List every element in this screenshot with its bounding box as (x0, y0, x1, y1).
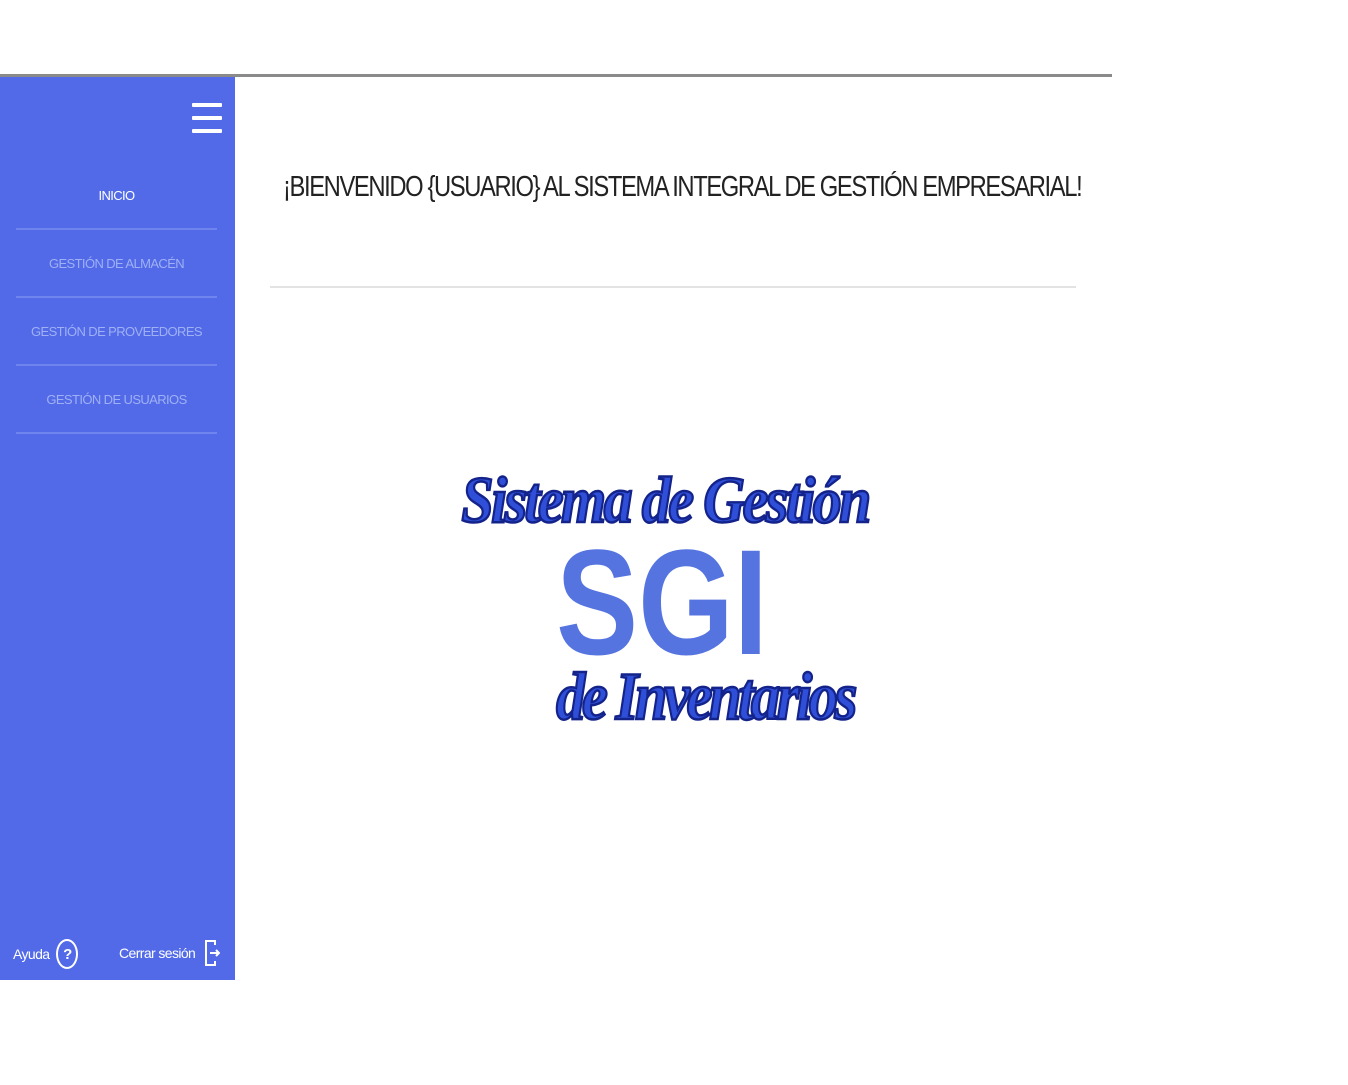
question-circle-icon: ? (56, 939, 79, 969)
sidebar-footer: Ayuda ? Cerrar sesión (0, 935, 235, 975)
sidebar-item-inicio[interactable]: INICIO (16, 162, 217, 230)
hamburger-menu-icon[interactable] (192, 103, 222, 135)
logo-line-1: Sistema de Gestión (461, 465, 869, 537)
help-button[interactable]: Ayuda ? (13, 939, 79, 969)
sidebar: INICIO GESTIÓN DE ALMACÉN GESTIÓN DE PRO… (0, 77, 235, 980)
heading-divider (270, 286, 1076, 288)
sidebar-menu: INICIO GESTIÓN DE ALMACÉN GESTIÓN DE PRO… (16, 162, 217, 434)
sgi-logo: SGI Sistema de Gestión de Inventarios (460, 463, 873, 735)
logout-label: Cerrar sesión (119, 945, 196, 961)
sidebar-item-almacen[interactable]: GESTIÓN DE ALMACÉN (16, 230, 217, 298)
logout-door-icon (205, 940, 221, 966)
sidebar-item-usuarios[interactable]: GESTIÓN DE USUARIOS (16, 366, 217, 434)
logout-button[interactable]: Cerrar sesión (119, 939, 221, 967)
logo-line-3: de Inventarios (556, 658, 856, 734)
sidebar-item-proveedores[interactable]: GESTIÓN DE PROVEEDORES (16, 298, 217, 366)
welcome-heading: ¡BIENVENIDO {USUARIO} AL SISTEMA INTEGRA… (283, 171, 1083, 203)
help-label: Ayuda (13, 946, 50, 962)
app-window: INICIO GESTIÓN DE ALMACÉN GESTIÓN DE PRO… (0, 74, 1112, 980)
